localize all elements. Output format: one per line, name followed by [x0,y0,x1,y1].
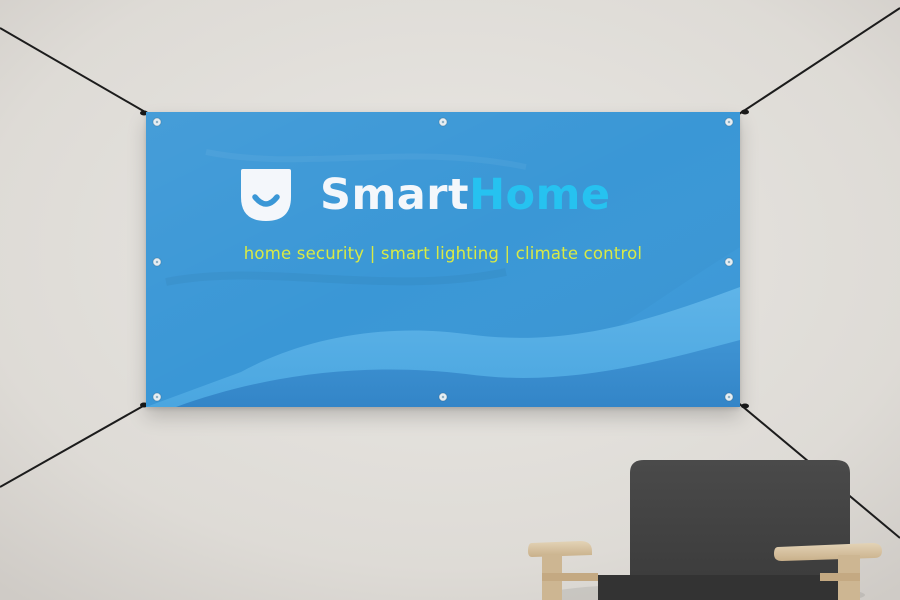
rope-knot-top-right [741,109,749,115]
grommet-mid-left [153,258,161,266]
grommet-bottom-right [725,393,733,401]
smiling-face-shield-icon [241,169,291,221]
grommet-bottom-center [439,393,447,401]
brand-logo: SmartHome [239,167,611,223]
scene: SmartHome home security | smart lighting… [0,0,900,600]
brand-name: SmartHome [320,173,611,217]
armchair [528,460,882,600]
grommet-top-center [439,118,447,126]
brand-name-smart: Smart [320,169,470,220]
smarthome-banner: SmartHome home security | smart lighting… [146,112,740,407]
rope-knot-bottom-right [741,403,749,409]
grommet-bottom-left [153,393,161,401]
tagline: home security | smart lighting | climate… [243,244,643,263]
brand-name-home: Home [469,169,611,220]
grommet-top-right [725,118,733,126]
grommet-top-left [153,118,161,126]
grommet-mid-right [725,258,733,266]
chair-armrest-left [528,541,592,557]
